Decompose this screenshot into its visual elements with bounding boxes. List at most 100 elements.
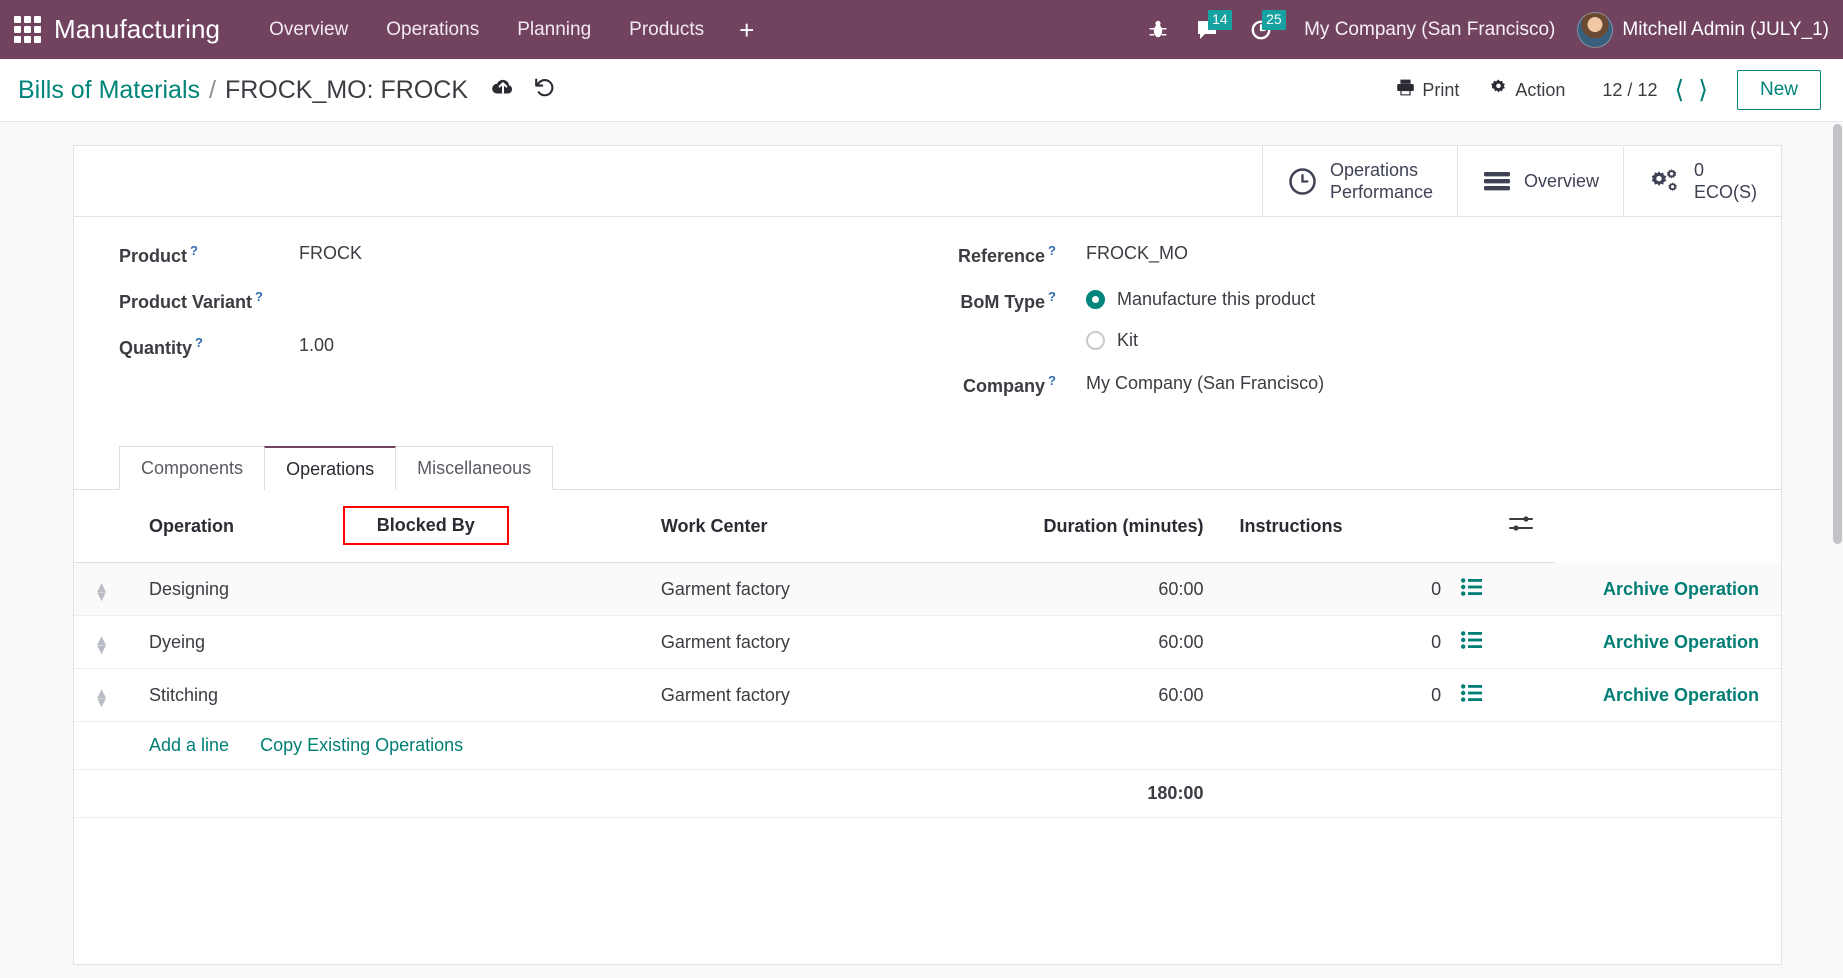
row-drag-handle-icon[interactable]: ▲ ▼ bbox=[74, 615, 119, 669]
page-scrollbar[interactable] bbox=[1832, 122, 1843, 978]
table-row[interactable]: ▲ ▼ Dyeing Garment factory 60:00 0 Archi… bbox=[74, 615, 1781, 669]
stat-button-ecos[interactable]: 0 ECO(S) bbox=[1623, 146, 1781, 216]
header-blocked-by-cell: Blocked By bbox=[332, 490, 651, 563]
field-product-variant: Product Variant? bbox=[119, 289, 931, 313]
cell-instructions-icon[interactable] bbox=[1451, 562, 1500, 616]
field-product-variant-label: Product Variant? bbox=[119, 289, 299, 313]
table-row[interactable]: ▲ ▼ Designing Garment factory 60:00 0 Ar… bbox=[74, 562, 1781, 616]
total-spacer-1 bbox=[74, 769, 119, 818]
cell-instructions-icon[interactable] bbox=[1451, 668, 1500, 722]
action-button[interactable]: Action bbox=[1474, 72, 1580, 108]
cloud-upload-icon[interactable] bbox=[490, 76, 516, 98]
company-switcher[interactable]: My Company (San Francisco) bbox=[1288, 15, 1571, 45]
cell-operation[interactable]: Stitching bbox=[119, 668, 333, 722]
bug-icon[interactable] bbox=[1134, 15, 1182, 45]
cell-blocked-by[interactable] bbox=[332, 562, 651, 616]
print-button[interactable]: Print bbox=[1381, 72, 1474, 108]
row-drag-handle-icon[interactable]: ▲ ▼ bbox=[74, 668, 119, 722]
stat-button-operations-performance[interactable]: Operations Performance bbox=[1261, 146, 1457, 216]
breadcrumb-parent-link[interactable]: Bills of Materials bbox=[18, 76, 200, 105]
notebook-tabs: Components Operations Miscellaneous bbox=[74, 445, 1781, 490]
radio-kit[interactable]: Kit bbox=[1086, 330, 1315, 351]
tab-miscellaneous[interactable]: Miscellaneous bbox=[395, 446, 554, 490]
cell-instructions-count[interactable]: 0 bbox=[1213, 562, 1452, 616]
add-menu-plus-icon[interactable]: + bbox=[723, 14, 770, 46]
help-tooltip-icon[interactable]: ? bbox=[195, 335, 203, 350]
stat-overview-label: Overview bbox=[1523, 171, 1599, 191]
total-spacer-7 bbox=[1499, 769, 1556, 818]
cell-instructions-count[interactable]: 0 bbox=[1213, 668, 1452, 722]
cell-work-center[interactable]: Garment factory bbox=[650, 668, 906, 722]
messages-icon[interactable]: 14 bbox=[1182, 9, 1236, 46]
total-spacer-2 bbox=[119, 769, 333, 818]
header-operation[interactable]: Operation bbox=[119, 490, 333, 563]
field-product-variant-label-text: Product Variant bbox=[119, 292, 253, 312]
cell-duration[interactable]: 60:00 bbox=[905, 668, 1214, 722]
list-icon[interactable] bbox=[1461, 683, 1483, 702]
footer-links: Add a line Copy Existing Operations bbox=[119, 721, 1781, 770]
menu-item-planning[interactable]: Planning bbox=[498, 11, 610, 49]
field-product-value[interactable]: FROCK bbox=[299, 243, 362, 264]
total-spacer-6 bbox=[1451, 769, 1500, 818]
menu-item-overview[interactable]: Overview bbox=[250, 11, 367, 49]
blocked-by-highlight-box: Blocked By bbox=[342, 506, 509, 545]
cell-instructions-icon[interactable] bbox=[1451, 615, 1500, 669]
activities-clock-icon[interactable]: 25 bbox=[1236, 9, 1288, 46]
apps-grid-icon[interactable] bbox=[10, 13, 44, 47]
cell-work-center[interactable]: Garment factory bbox=[650, 615, 906, 669]
field-reference: Reference? FROCK_MO bbox=[941, 243, 1743, 267]
cell-operation[interactable]: Designing bbox=[119, 562, 333, 616]
cell-instructions-count[interactable]: 0 bbox=[1213, 615, 1452, 669]
form-fields: Product? FROCK Product Variant? Quantity… bbox=[74, 217, 1781, 429]
cell-work-center[interactable]: Garment factory bbox=[650, 562, 906, 616]
cell-duration[interactable]: 60:00 bbox=[905, 615, 1214, 669]
user-menu[interactable]: Mitchell Admin (JULY_1) bbox=[1571, 11, 1829, 48]
cell-blocked-by[interactable] bbox=[332, 615, 651, 669]
drag-handle-icon[interactable]: ▲ ▼ bbox=[94, 580, 109, 604]
cell-archive: Archive Operation bbox=[1499, 668, 1781, 722]
field-reference-value[interactable]: FROCK_MO bbox=[1056, 243, 1188, 264]
tab-components[interactable]: Components bbox=[119, 446, 266, 490]
list-icon[interactable] bbox=[1461, 577, 1483, 596]
cell-blocked-by[interactable] bbox=[332, 668, 651, 722]
list-icon[interactable] bbox=[1461, 630, 1483, 649]
archive-operation-link[interactable]: Archive Operation bbox=[1509, 685, 1759, 706]
tab-operations[interactable]: Operations bbox=[264, 446, 397, 490]
help-tooltip-icon[interactable]: ? bbox=[1048, 373, 1056, 388]
stat-button-overview[interactable]: Overview bbox=[1456, 146, 1623, 216]
app-brand-manufacturing[interactable]: Manufacturing bbox=[54, 14, 220, 45]
radio-manufacture-this-product[interactable]: Manufacture this product bbox=[1086, 289, 1315, 310]
menu-item-products[interactable]: Products bbox=[610, 11, 723, 49]
archive-operation-link[interactable]: Archive Operation bbox=[1509, 579, 1759, 600]
stat-eco-label: ECO(S) bbox=[1694, 182, 1757, 202]
help-tooltip-icon[interactable]: ? bbox=[190, 243, 198, 258]
help-tooltip-icon[interactable]: ? bbox=[1048, 243, 1056, 258]
menu-item-operations[interactable]: Operations bbox=[367, 11, 498, 49]
table-options-icon[interactable] bbox=[1499, 490, 1556, 563]
cell-operation[interactable]: Dyeing bbox=[119, 615, 333, 669]
row-drag-handle-icon[interactable]: ▲ ▼ bbox=[74, 562, 119, 616]
table-row[interactable]: ▲ ▼ Stitching Garment factory 60:00 0 Ar… bbox=[74, 668, 1781, 722]
archive-operation-link[interactable]: Archive Operation bbox=[1509, 632, 1759, 653]
header-work-center[interactable]: Work Center bbox=[650, 490, 906, 563]
drag-handle-icon[interactable]: ▲ ▼ bbox=[94, 686, 109, 710]
total-duration-value: 180:00 bbox=[905, 769, 1214, 818]
new-button[interactable]: New bbox=[1736, 70, 1821, 110]
cell-duration[interactable]: 60:00 bbox=[905, 562, 1214, 616]
scrollbar-thumb[interactable] bbox=[1833, 124, 1842, 544]
add-a-line-link[interactable]: Add a line bbox=[149, 735, 229, 755]
chevron-left-icon[interactable]: ⟨ bbox=[1667, 77, 1691, 103]
help-tooltip-icon[interactable]: ? bbox=[1048, 289, 1056, 304]
user-name-label: Mitchell Admin (JULY_1) bbox=[1622, 18, 1829, 40]
header-blocked-by[interactable]: Blocked By bbox=[377, 515, 475, 535]
header-instructions[interactable]: Instructions bbox=[1213, 490, 1452, 563]
chevron-right-icon[interactable]: ⟩ bbox=[1691, 77, 1715, 103]
field-company-value[interactable]: My Company (San Francisco) bbox=[1056, 373, 1324, 394]
discard-undo-icon[interactable] bbox=[533, 76, 557, 98]
copy-existing-operations-link[interactable]: Copy Existing Operations bbox=[260, 735, 463, 755]
drag-handle-icon[interactable]: ▲ ▼ bbox=[94, 633, 109, 657]
help-tooltip-icon[interactable]: ? bbox=[255, 289, 263, 304]
header-duration[interactable]: Duration (minutes) bbox=[905, 490, 1214, 563]
field-quantity-value[interactable]: 1.00 bbox=[299, 335, 334, 356]
total-spacer-3 bbox=[332, 769, 651, 818]
